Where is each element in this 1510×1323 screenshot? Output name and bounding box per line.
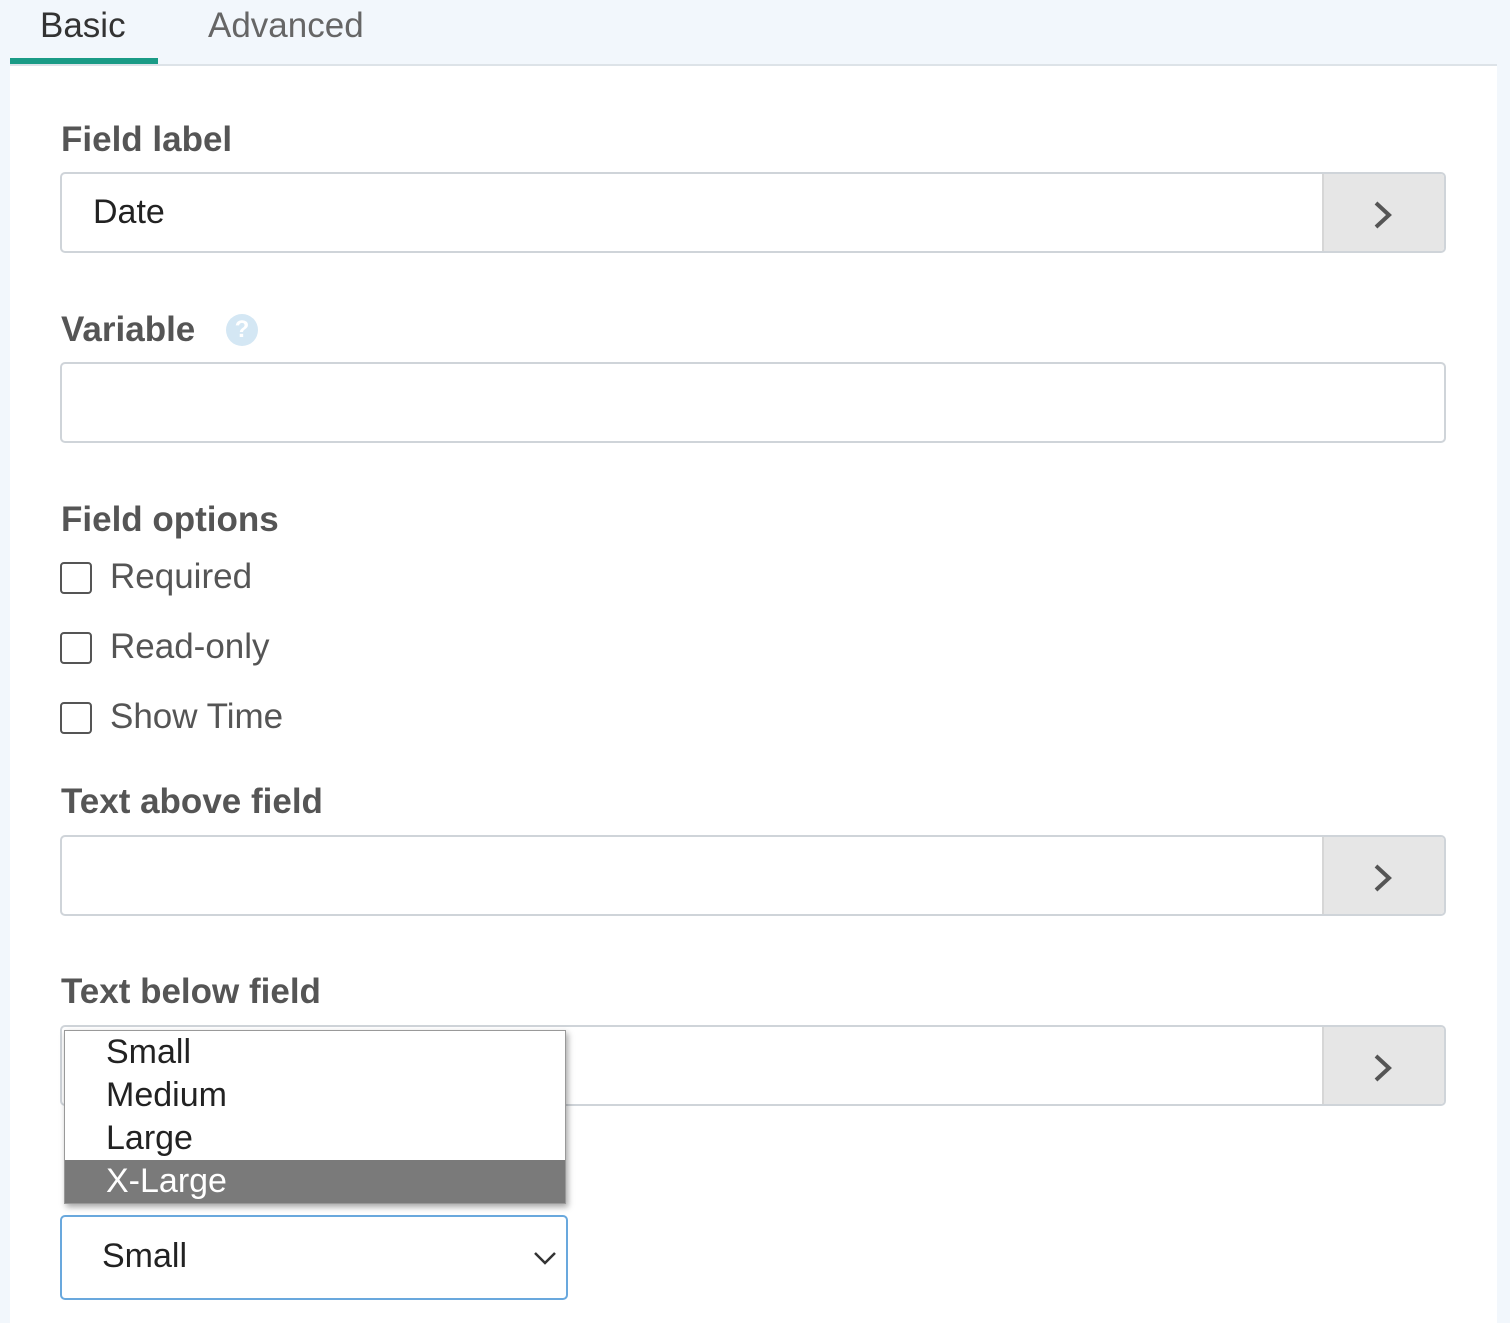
- active-tab-indicator: [10, 58, 158, 64]
- read-only-label[interactable]: Read-only: [110, 627, 270, 667]
- variable-heading: Variable: [61, 310, 196, 349]
- required-label[interactable]: Required: [110, 557, 252, 597]
- variable-input[interactable]: [62, 364, 1444, 441]
- variable-input-group: [60, 362, 1446, 443]
- size-option-small[interactable]: Small: [65, 1031, 565, 1074]
- field-label-expand-button[interactable]: [1322, 174, 1444, 251]
- field-label-input[interactable]: [62, 174, 1326, 251]
- field-label-heading: Field label: [61, 120, 233, 159]
- text-below-heading: Text below field: [61, 972, 321, 1011]
- read-only-checkbox[interactable]: [60, 632, 92, 664]
- field-options-heading: Field options: [61, 500, 279, 539]
- text-above-expand-button[interactable]: [1322, 837, 1444, 914]
- size-option-large[interactable]: Large: [65, 1117, 565, 1160]
- chevron-right-icon: [1374, 201, 1392, 229]
- chevron-down-icon: [534, 1252, 556, 1265]
- chevron-right-icon: [1374, 1054, 1392, 1082]
- show-time-checkbox[interactable]: [60, 702, 92, 734]
- required-checkbox[interactable]: [60, 562, 92, 594]
- field-label-input-group: [60, 172, 1446, 253]
- text-above-input[interactable]: [62, 837, 1326, 914]
- text-below-expand-button[interactable]: [1322, 1027, 1444, 1104]
- text-above-input-group: [60, 835, 1446, 916]
- size-option-x-large[interactable]: X-Large: [65, 1160, 565, 1203]
- question-circle-icon[interactable]: ?: [226, 314, 258, 346]
- text-above-heading: Text above field: [61, 782, 323, 821]
- tab-bar: Basic Advanced: [10, 0, 1497, 66]
- size-select-value: Small: [102, 1237, 188, 1275]
- size-select[interactable]: Small: [60, 1215, 568, 1300]
- chevron-right-icon: [1374, 864, 1392, 892]
- show-time-label[interactable]: Show Time: [110, 697, 283, 737]
- size-option-medium[interactable]: Medium: [65, 1074, 565, 1117]
- tab-basic[interactable]: Basic: [40, 4, 126, 62]
- settings-panel: Field label Variable ? Field options Req…: [10, 66, 1497, 1323]
- size-dropdown-list: Small Medium Large X-Large: [64, 1030, 566, 1204]
- tab-advanced[interactable]: Advanced: [208, 4, 364, 62]
